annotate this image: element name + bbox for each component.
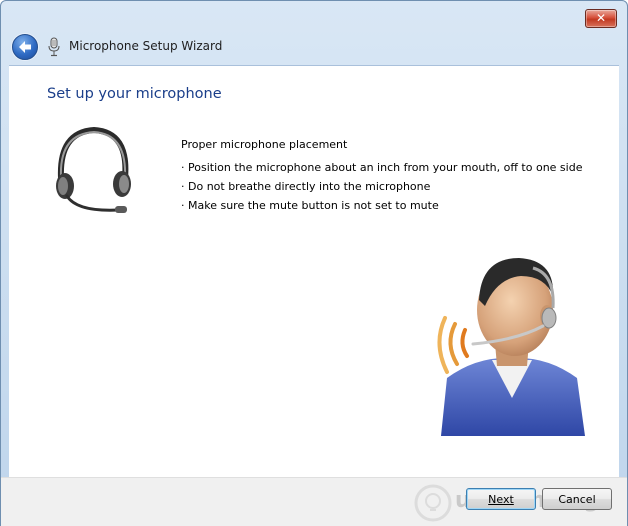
instruction-item: · Make sure the mute button is not set t… <box>181 199 439 212</box>
next-button-label: Next <box>488 493 514 506</box>
placement-heading: Proper microphone placement <box>181 138 348 151</box>
next-button[interactable]: Next <box>466 488 536 510</box>
wizard-window: ✕ Microphone Setup Wizard Set up your mi… <box>0 0 628 526</box>
back-arrow-icon <box>19 41 31 53</box>
headset-icon <box>56 126 131 213</box>
title-bar: ✕ <box>1 1 627 31</box>
close-button[interactable]: ✕ <box>585 9 617 28</box>
cancel-button[interactable]: Cancel <box>542 488 612 510</box>
microphone-icon <box>48 37 60 57</box>
navigation-bar: Microphone Setup Wizard <box>1 31 627 65</box>
wizard-title: Microphone Setup Wizard <box>69 39 223 53</box>
wizard-footer: uantrimang Next Cancel <box>1 477 627 526</box>
instruction-item: · Position the microphone about an inch … <box>181 161 583 174</box>
instruction-item: · Do not breathe directly into the micro… <box>181 180 431 193</box>
cancel-button-label: Cancel <box>558 493 596 506</box>
back-button[interactable] <box>12 34 38 60</box>
page-title: Set up your microphone <box>47 86 222 102</box>
person-with-headset-icon <box>437 258 585 436</box>
placement-instructions: Proper microphone placement · Position t… <box>181 138 582 218</box>
wizard-content: Set up your microphone Proper microphone… <box>9 65 619 478</box>
